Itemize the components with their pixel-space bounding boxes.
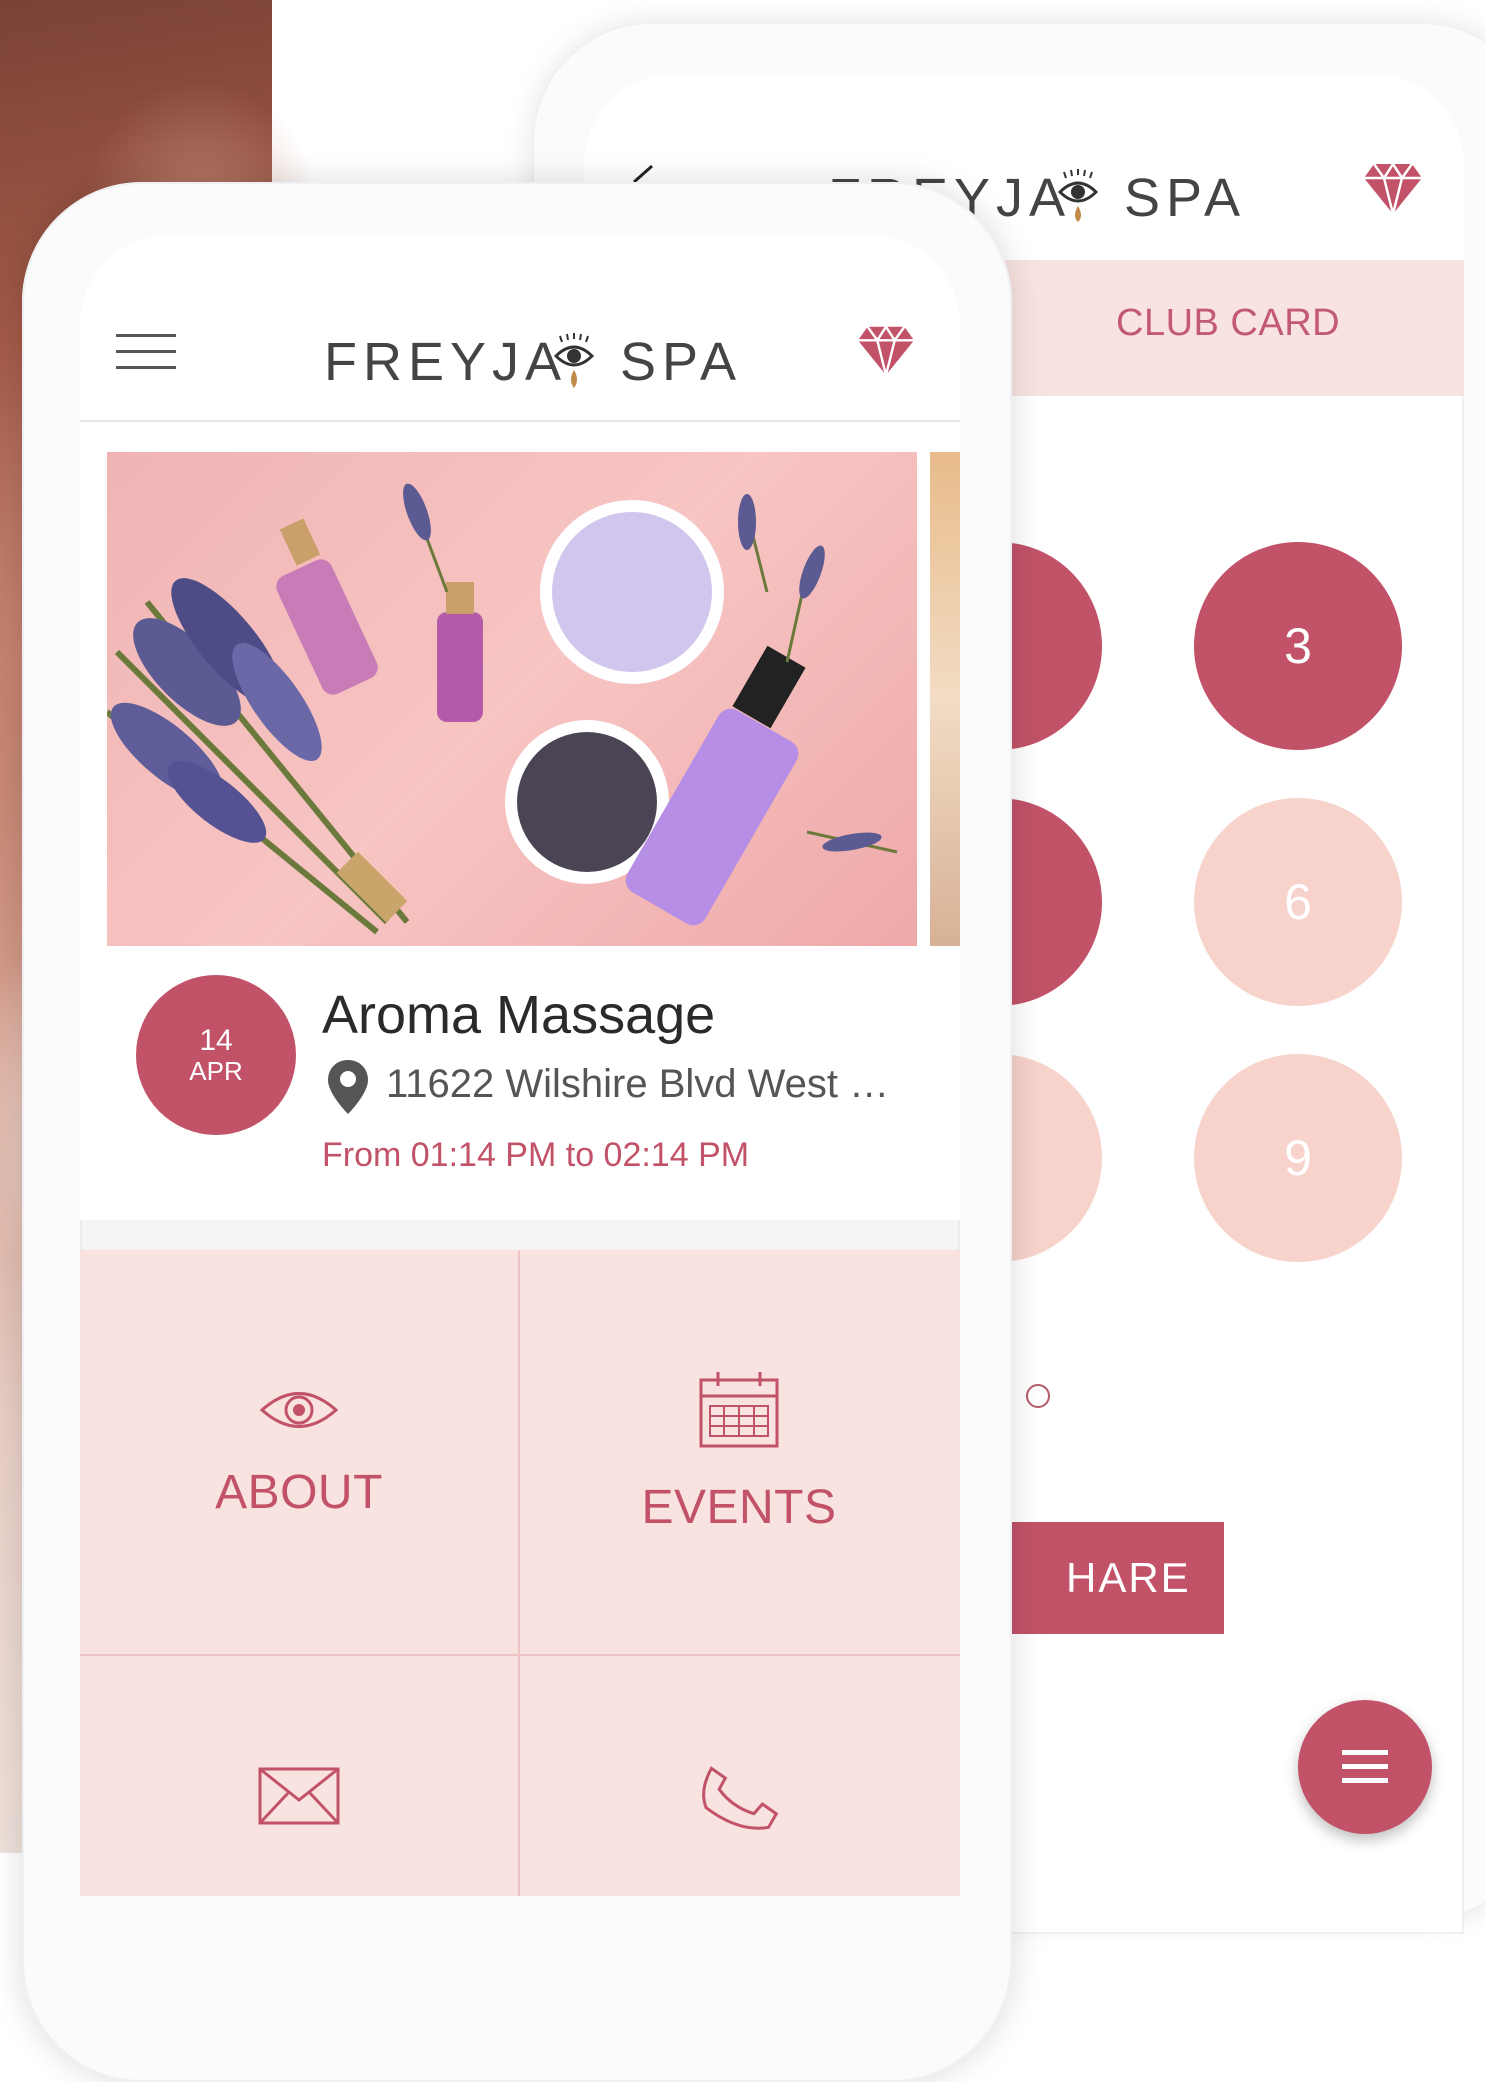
svg-text:SPA: SPA [620,332,742,392]
event-card[interactable]: 14 APR Aroma Massage 11622 Wilshire Blvd… [80,422,960,1220]
stamp-circle: 9 [1194,1054,1402,1262]
event-address: 11622 Wilshire Blvd West Los Angeles [386,1062,906,1106]
front-app-header: FREYJA SPA [80,236,960,422]
hamburger-icon[interactable] [116,332,176,372]
tile-contact[interactable] [80,1656,518,1896]
home-screen: FREYJA SPA 14 APR Aroma Massage 11622 Wi… [80,236,960,1896]
oil-bottle [437,582,483,722]
lavender-bundle [107,578,410,935]
eye-icon [259,1391,339,1428]
floating-menu-button[interactable] [1298,1700,1432,1834]
calendar-icon [699,1371,779,1447]
menu-icon [1342,1750,1388,1783]
stamp-circle: 6 [1194,798,1402,1006]
svg-text:SPA: SPA [1124,168,1246,228]
oil-bottle [276,518,378,695]
phone-icon [702,1766,779,1830]
event-date-badge: 14 APR [136,975,296,1135]
event-time: From 01:14 PM to 02:14 PM [322,1136,750,1174]
brand-logo: FREYJA SPA [324,332,742,392]
pager-dot[interactable] [1026,1384,1050,1408]
svg-text:FREYJA: FREYJA [324,332,567,392]
diamond-icon[interactable] [856,322,916,378]
event-title: Aroma Massage [322,985,716,1045]
tile-about[interactable]: ABOUT [80,1250,518,1654]
envelope-icon [258,1767,340,1825]
location-pin-icon [328,1060,368,1114]
carousel-peek-image [930,452,960,946]
diamond-icon[interactable] [1362,160,1424,216]
tab-club-card[interactable]: CLUB CARD [1116,302,1340,345]
tile-events[interactable]: EVENTS [520,1250,958,1654]
stamp-circle: 3 [1194,542,1402,750]
event-image [107,452,917,946]
feature-grid: ABOUT EVENTS [80,1250,960,1896]
tile-call[interactable] [520,1656,958,1896]
